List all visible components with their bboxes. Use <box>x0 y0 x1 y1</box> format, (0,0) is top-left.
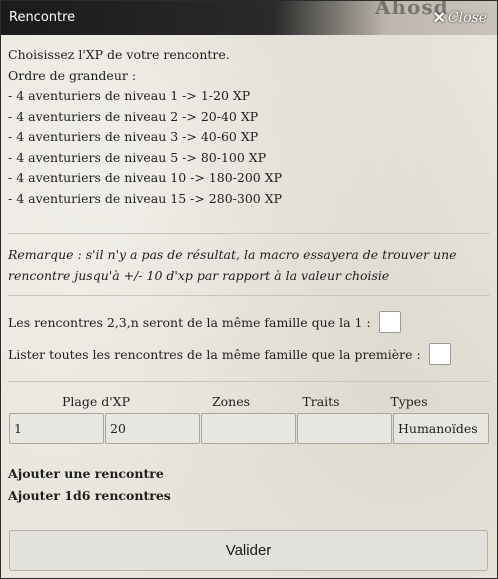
validate-button[interactable]: Valider <box>9 530 488 571</box>
xp-range-label: Plage d'XP <box>62 394 130 409</box>
traits-label: Traits <box>302 394 340 409</box>
divider <box>8 381 490 382</box>
traits-select[interactable] <box>297 413 392 444</box>
intro-scale-item: - 4 aventuriers de niveau 2 -> 20-40 XP <box>8 108 259 124</box>
add-1d6-encounters-link[interactable]: Ajouter 1d6 rencontres <box>8 488 171 503</box>
add-encounter-link[interactable]: Ajouter une rencontre <box>8 466 164 481</box>
divider <box>8 295 490 296</box>
close-label: Close <box>447 9 487 26</box>
intro-scale-item: - 4 aventuriers de niveau 3 -> 40-60 XP <box>8 129 259 144</box>
close-icon: ✕ <box>432 8 446 27</box>
zones-label: Zones <box>211 394 251 409</box>
encounter-dialog: Rencontre Ahosd ✕ Close Choisissez l'XP … <box>0 0 498 579</box>
types-label: Types <box>390 394 428 409</box>
same-family-checkbox[interactable] <box>378 311 401 333</box>
intro-text: Choisissez l'XP de votre rencontre. Ordr… <box>8 45 490 209</box>
intro-scale-item: - 4 aventuriers de niveau 10 -> 180-200 … <box>8 170 283 185</box>
window-title: Rencontre <box>9 10 76 25</box>
zones-select[interactable] <box>201 413 296 444</box>
same-family-label: Les rencontres 2,3,n seront de la même f… <box>8 314 371 330</box>
list-family-label: Lister toutes les rencontres de la même … <box>8 346 421 362</box>
intro-scale-item: - 4 aventuriers de niveau 15 -> 280-300 … <box>8 190 283 206</box>
xp-min-input[interactable]: 1 <box>9 413 104 444</box>
same-family-option: Les rencontres 2,3,n seront de la même f… <box>8 311 401 333</box>
types-select[interactable]: Humanoïdes <box>393 413 489 444</box>
intro-scale-item: - 4 aventuriers de niveau 1 -> 1-20 XP <box>8 88 251 103</box>
intro-scale-heading: Ordre de grandeur : <box>8 67 137 83</box>
list-family-option: Lister toutes les rencontres de la même … <box>8 343 451 365</box>
intro-instruction: Choisissez l'XP de votre rencontre. <box>8 47 230 62</box>
title-bar[interactable]: Rencontre Ahosd ✕ Close <box>1 0 497 35</box>
list-family-checkbox[interactable] <box>428 343 451 365</box>
remark-text: Remarque : s'il n'y a pas de résultat, l… <box>8 247 457 283</box>
divider <box>8 233 490 234</box>
intro-scale-item: - 4 aventuriers de niveau 5 -> 80-100 XP <box>8 149 267 165</box>
close-button[interactable]: ✕ Close <box>433 8 488 27</box>
xp-max-input[interactable]: 20 <box>105 413 200 444</box>
